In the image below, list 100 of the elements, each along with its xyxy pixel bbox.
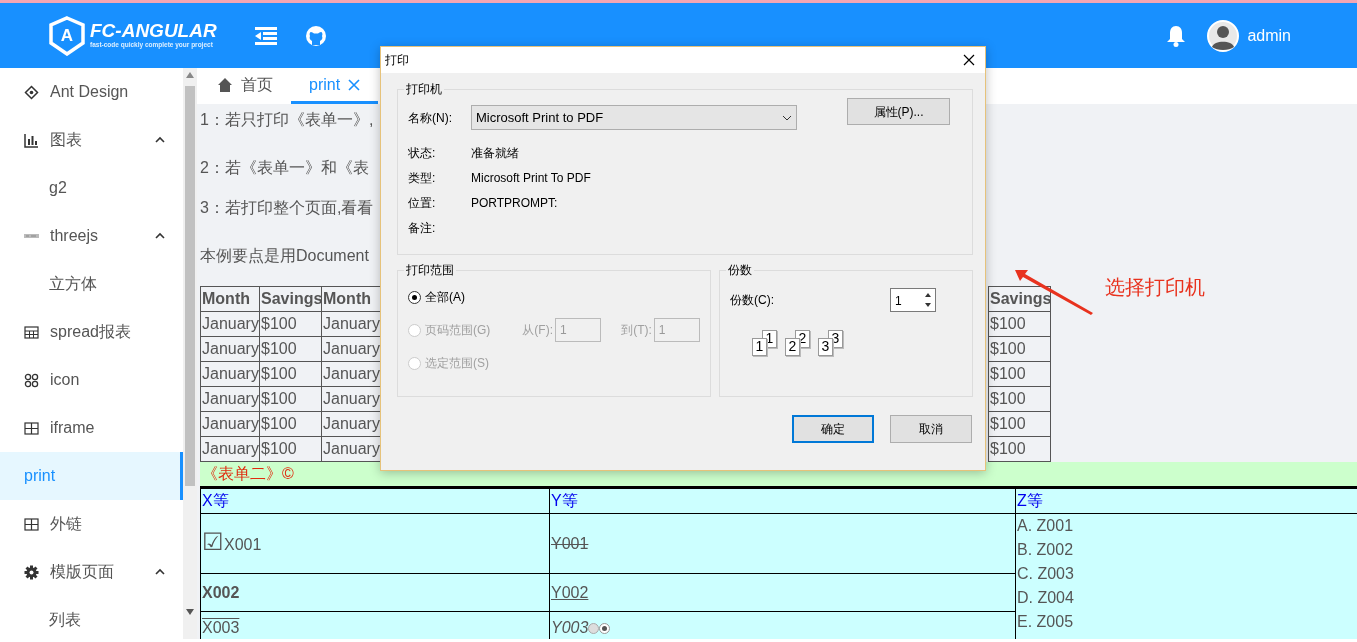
properties-button[interactable]: 属性(P)... bbox=[847, 98, 950, 125]
scrollbar-track[interactable] bbox=[183, 68, 197, 639]
table-cell: January bbox=[200, 361, 260, 387]
dialog-button[interactable]: 确定 bbox=[792, 415, 874, 443]
table-cell-text: X003 bbox=[202, 618, 240, 636]
sidebar-item[interactable]: 外链 bbox=[0, 500, 183, 548]
page-sheet: 2 bbox=[785, 338, 800, 356]
table-cell: January bbox=[200, 336, 260, 362]
chevron-up-icon[interactable] bbox=[155, 136, 165, 144]
checkbox-glyph: ☑ bbox=[202, 528, 224, 555]
table-cell: $100 bbox=[259, 436, 322, 462]
bar-chart-icon bbox=[24, 132, 39, 148]
caret-icon bbox=[782, 114, 792, 121]
table-cell: $100 bbox=[988, 436, 1051, 462]
table-cell: $100 bbox=[259, 361, 322, 387]
table-cell: $100 bbox=[988, 386, 1051, 412]
table-cell: $100 bbox=[988, 311, 1051, 337]
table-icon bbox=[24, 324, 39, 340]
list-item: E. Z005 bbox=[1017, 612, 1075, 632]
paragraph-text: 本例要点是用Document bbox=[200, 246, 369, 266]
sidebar-item[interactable]: 立方体 bbox=[0, 260, 183, 308]
table-cell: January bbox=[200, 411, 260, 437]
table-cell-text: Y001 bbox=[551, 534, 589, 552]
table-cell: $100 bbox=[988, 411, 1051, 437]
field-value: 准备就绪 bbox=[471, 144, 519, 162]
table-cell: $100 bbox=[259, 411, 322, 437]
scroll-up-icon[interactable] bbox=[186, 72, 194, 78]
sidebar-item[interactable]: iframe bbox=[0, 404, 183, 452]
dialog-title: 打印 bbox=[385, 52, 409, 69]
column-header: X等 bbox=[200, 488, 550, 514]
page-sheet: 1 bbox=[752, 338, 767, 356]
close-icon[interactable] bbox=[963, 54, 975, 66]
table-cell: $100 bbox=[259, 311, 322, 337]
field-label: 位置: bbox=[408, 194, 437, 212]
printer-select[interactable]: Microsoft Print to PDF bbox=[471, 105, 797, 130]
paragraph-text: 2：若《表单一》和《表 bbox=[200, 158, 369, 178]
github-icon[interactable] bbox=[304, 24, 327, 47]
home-icon bbox=[217, 76, 233, 93]
field-label: 备注: bbox=[408, 219, 437, 237]
scrollbar-thumb[interactable] bbox=[185, 86, 195, 486]
logo-title: FC-ANGULAR bbox=[90, 21, 217, 41]
layout-icon bbox=[24, 420, 39, 436]
list-item: D. Z004 bbox=[1017, 588, 1075, 608]
dialog-button[interactable]: 取消 bbox=[890, 415, 972, 443]
column-header: Z等 bbox=[1015, 488, 1357, 514]
field-label: 份数(C): bbox=[730, 292, 774, 309]
sidebar-item[interactable]: icon bbox=[0, 356, 183, 404]
paragraph-text: 1：若只打印《表单一》, bbox=[200, 110, 374, 130]
sidebar-item[interactable]: threejs bbox=[0, 212, 183, 260]
layout-icon bbox=[24, 516, 39, 532]
logo-icon bbox=[24, 234, 39, 238]
sidebar-item[interactable]: 模版页面 bbox=[0, 548, 183, 596]
table-cell: January bbox=[200, 386, 260, 412]
field-value: PORTPROMPT: bbox=[471, 194, 558, 212]
table-cell: January bbox=[200, 311, 260, 337]
paragraph-text: 3：若打印整个页面,看看 bbox=[200, 198, 374, 218]
command-icon bbox=[24, 372, 39, 388]
table-cell-text: Y002 bbox=[551, 583, 589, 601]
chevron-up-icon[interactable] bbox=[155, 568, 165, 576]
notification-icon[interactable] bbox=[1166, 24, 1187, 47]
field-value: Microsoft Print To PDF bbox=[471, 169, 591, 187]
diamond-icon bbox=[24, 84, 39, 100]
chevron-up-icon[interactable] bbox=[155, 232, 165, 240]
field-label: 到(T): bbox=[621, 322, 652, 339]
settings-icon bbox=[24, 564, 39, 580]
column-header: Y等 bbox=[549, 488, 1016, 514]
sidebar-item[interactable]: 图表 bbox=[0, 116, 183, 164]
group-title: 份数 bbox=[727, 264, 753, 276]
table-cell: $100 bbox=[259, 336, 322, 362]
sidebar-item[interactable]: spread报表 bbox=[0, 308, 183, 356]
page-sheet: 3 bbox=[818, 338, 833, 356]
field-label: 类型: bbox=[408, 169, 437, 187]
table-cell-text: X002 bbox=[202, 583, 240, 601]
list-item: A. Z001 bbox=[1017, 516, 1075, 536]
table-cell: $100 bbox=[988, 361, 1051, 387]
table-cell-text: X001 bbox=[224, 536, 262, 553]
tab[interactable]: 首页 bbox=[199, 68, 291, 104]
radio-option[interactable]: 全部(A) bbox=[408, 288, 465, 306]
list-item: C. Z003 bbox=[1017, 564, 1075, 584]
column-header: Month bbox=[200, 286, 260, 312]
table-cell: $100 bbox=[259, 386, 322, 412]
table-cell-text: Y003 bbox=[551, 618, 589, 636]
field-label: 状态: bbox=[408, 144, 437, 162]
group-title: 打印范围 bbox=[405, 264, 455, 276]
field-label: 从(F): bbox=[522, 322, 553, 339]
table-cell: $100 bbox=[988, 336, 1051, 362]
sidebar-item[interactable]: Ant Design bbox=[0, 68, 183, 116]
list-item: B. Z002 bbox=[1017, 540, 1075, 560]
annotation-text: 选择打印机 bbox=[1105, 275, 1205, 300]
sidebar-item[interactable]: 列表 bbox=[0, 596, 183, 639]
menu-icon[interactable] bbox=[254, 26, 277, 45]
copies-spinner[interactable]: 1 bbox=[890, 288, 936, 312]
group-title: 打印机 bbox=[405, 83, 443, 95]
sidebar-item[interactable]: g2 bbox=[0, 164, 183, 212]
table-cell: January bbox=[200, 436, 260, 462]
scroll-down-icon[interactable] bbox=[186, 609, 194, 615]
radio-button[interactable] bbox=[599, 622, 611, 634]
field-label: 名称(N): bbox=[408, 109, 453, 127]
radio-button[interactable] bbox=[588, 622, 600, 634]
avatar[interactable] bbox=[1207, 19, 1240, 52]
